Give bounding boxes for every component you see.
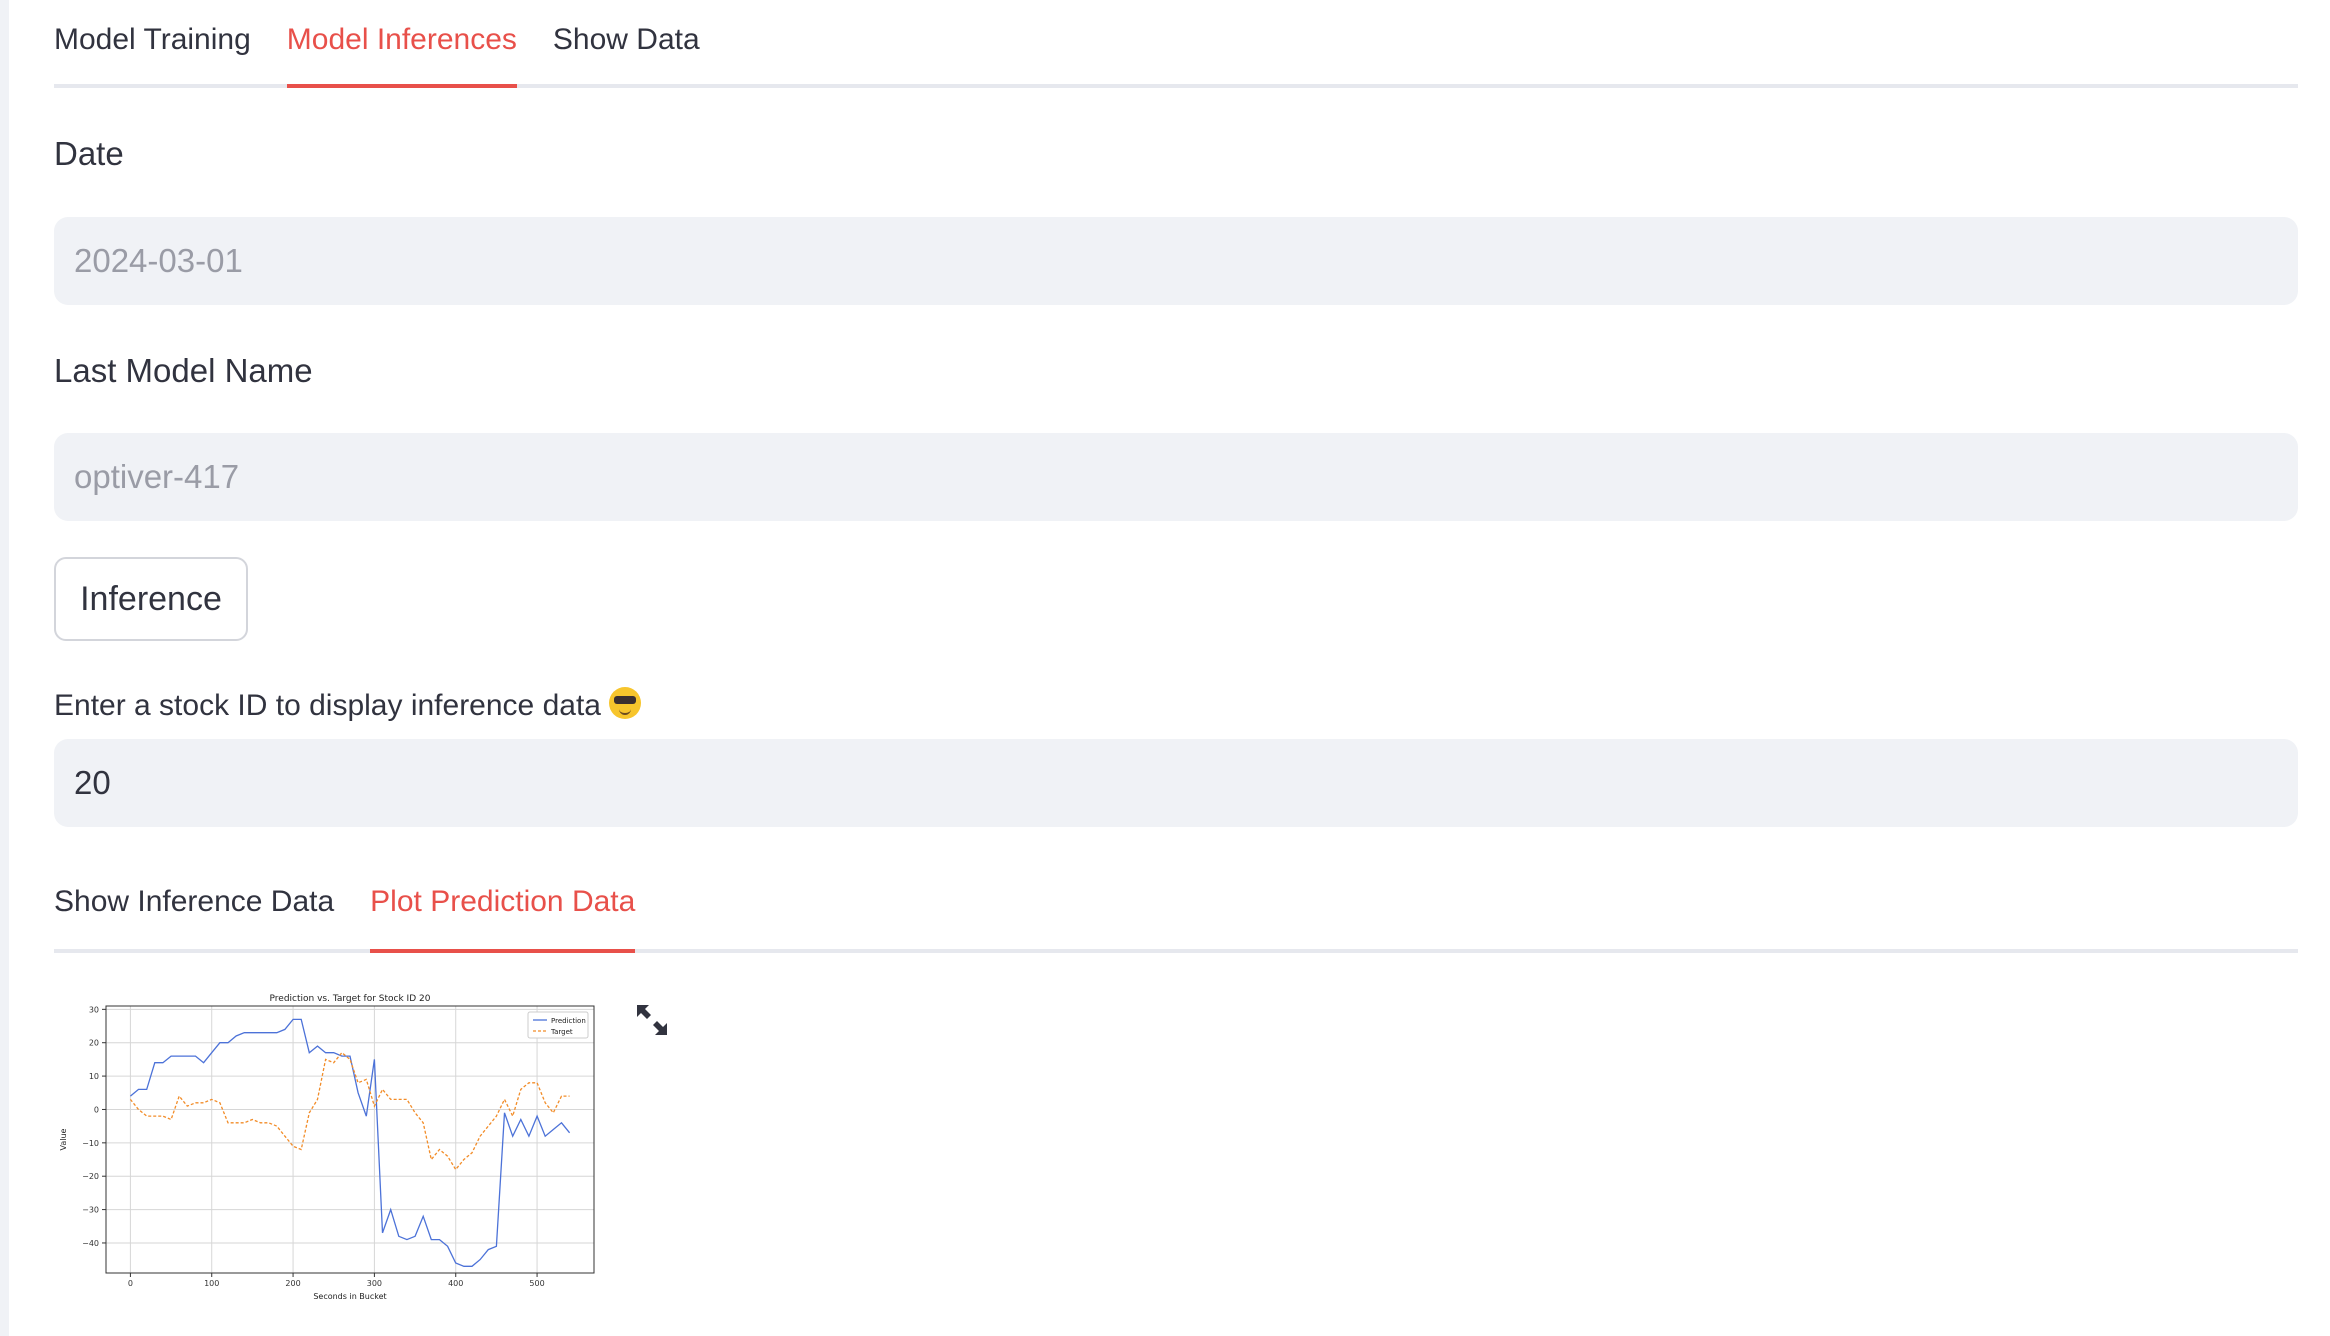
tab-show-data[interactable]: Show Data (553, 0, 700, 84)
stock-id-label: Enter a stock ID to display inference da… (54, 687, 641, 723)
sub-tabs: Show Inference Data Plot Prediction Data (54, 865, 2298, 953)
y-tick-label: 0 (94, 1105, 99, 1114)
x-axis-label: Seconds in Bucket (313, 1292, 386, 1301)
stock-id-label-text: Enter a stock ID to display inference da… (54, 689, 601, 722)
chart-svg: 0 100 200 300 400 5003020100−10−20−30−40Predi… (59, 994, 595, 1301)
main-tabs: Model Training Model Inferences Show Dat… (54, 0, 2298, 88)
y-tick-label: −40 (82, 1239, 99, 1248)
x-tick-label: 400 (448, 1279, 463, 1288)
tab-show-inference-data[interactable]: Show Inference Data (54, 865, 334, 949)
chart-title: Prediction vs. Target for Stock ID 20 (270, 994, 431, 1004)
tab-model-inferences[interactable]: Model Inferences (286, 0, 518, 88)
legend-label-prediction: Prediction (551, 1017, 586, 1025)
expand-arrows-icon[interactable] (635, 1003, 669, 1037)
date-input[interactable]: 2024-03-01 (54, 217, 2298, 305)
model-name-input[interactable]: optiver-417 (54, 433, 2298, 521)
y-tick-label: 20 (89, 1039, 99, 1048)
y-axis-label: Value (59, 1128, 68, 1150)
y-tick-label: −30 (82, 1206, 99, 1215)
tab-plot-prediction-data[interactable]: Plot Prediction Data (370, 865, 636, 953)
stock-id-input[interactable]: 20 (54, 739, 2298, 827)
x-tick-label: 500 (529, 1279, 544, 1288)
series-line-target (129, 1051, 570, 1171)
main-content: Model Training Model Inferences Show Dat… (54, 0, 2298, 1301)
model-name-label: Last Model Name (54, 352, 313, 389)
prediction-chart: 0 100 200 300 400 500 30 20 10 0 −10 −20 −30 −40 Predi… (54, 983, 614, 1303)
legend-label-target: Target (550, 1028, 573, 1036)
y-tick-label: 30 (89, 1005, 99, 1014)
inference-button[interactable]: Inference (54, 557, 248, 641)
left-edge (0, 0, 9, 1336)
tab-model-training[interactable]: Model Training (54, 0, 251, 84)
x-tick-label: 0 (128, 1279, 133, 1288)
y-tick-label: −10 (82, 1139, 99, 1148)
y-tick-label: 10 (89, 1072, 99, 1081)
x-tick-label: 300 (367, 1279, 382, 1288)
y-tick-label: −20 (82, 1172, 99, 1181)
sunglasses-emoji-icon (608, 687, 641, 719)
date-label: Date (54, 135, 124, 172)
x-tick-label: 200 (285, 1279, 300, 1288)
plot-frame (105, 1005, 595, 1274)
x-tick-label: 100 (204, 1279, 219, 1288)
